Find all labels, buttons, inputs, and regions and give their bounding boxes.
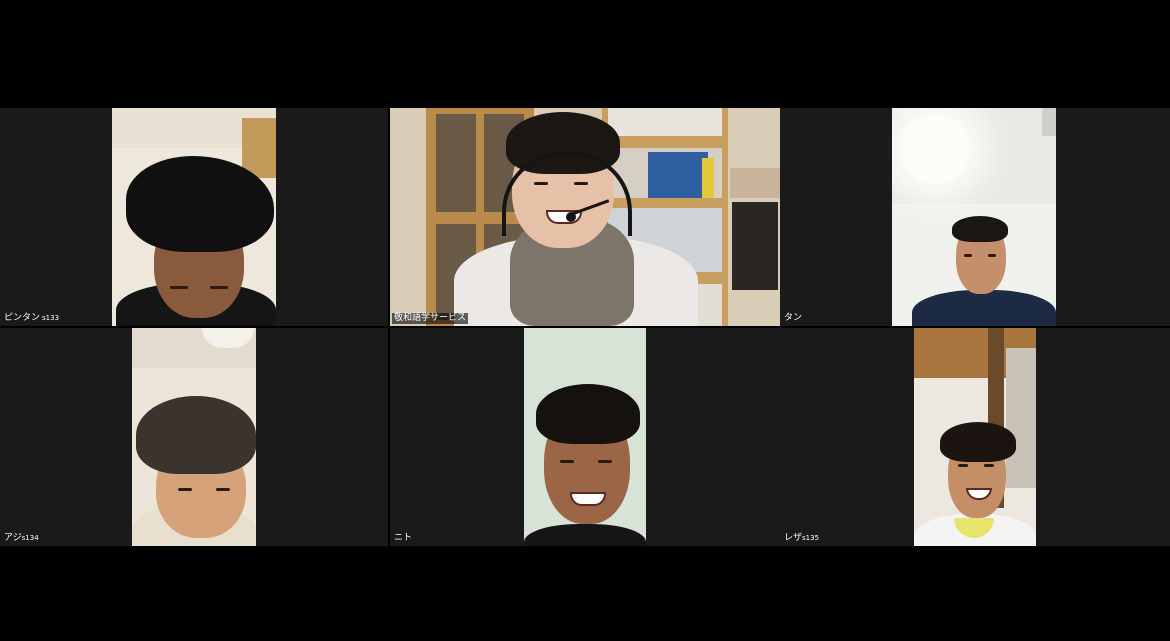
participant-tile-reza[interactable]: レザs135 xyxy=(780,328,1170,546)
participant-tile-aji[interactable]: アジs134 xyxy=(0,328,388,546)
participant-tile-nito[interactable]: ニト xyxy=(390,328,780,546)
participant-video-nito xyxy=(524,328,646,546)
participant-tile-pintan[interactable]: ピンタン s133 xyxy=(0,108,388,326)
participant-video-pintan xyxy=(112,108,276,326)
participant-name-aji: アジs134 xyxy=(4,533,39,543)
participant-video-reza xyxy=(914,328,1036,546)
participant-video-aji xyxy=(132,328,256,546)
participant-video-host xyxy=(390,108,780,326)
participant-name-nito: ニト xyxy=(394,533,413,543)
participant-video-tan xyxy=(892,108,1056,326)
participant-name-tan: タン xyxy=(784,313,803,323)
video-gallery: ピンタン s133 敬和語学サービス タン アジs134 ニト レザs135 xyxy=(0,108,1170,546)
participant-tile-tan[interactable]: タン xyxy=(780,108,1170,326)
participant-name-pintan: ピンタン s133 xyxy=(4,313,60,323)
participant-tile-host[interactable]: 敬和語学サービス xyxy=(390,108,780,326)
participant-name-reza: レザs135 xyxy=(784,533,820,543)
participant-name-host: 敬和語学サービス xyxy=(392,313,469,324)
